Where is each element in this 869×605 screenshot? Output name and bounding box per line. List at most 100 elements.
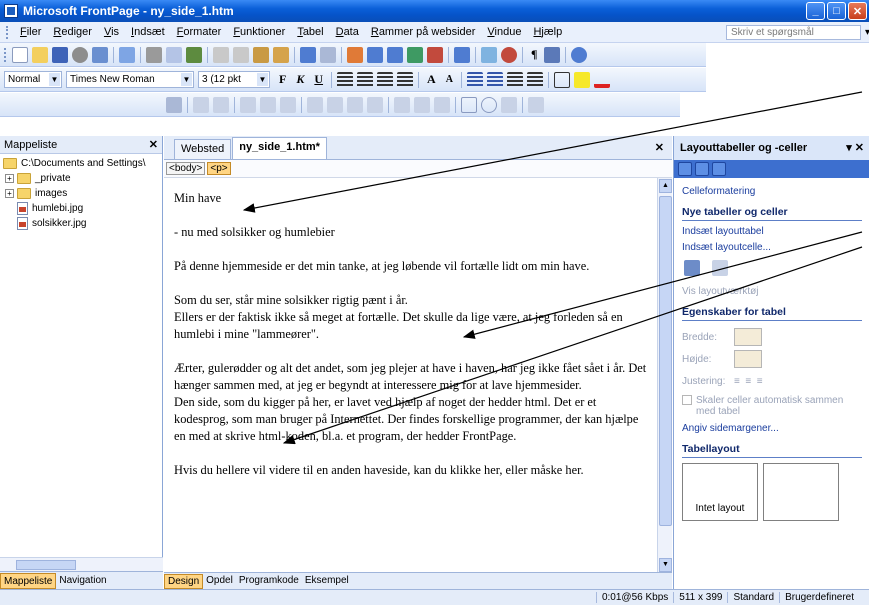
page-margins-link[interactable]: Angiv sidemargener... bbox=[682, 423, 862, 435]
underline-button[interactable]: U bbox=[314, 72, 323, 87]
text-icon[interactable] bbox=[193, 96, 209, 113]
pointer-icon[interactable] bbox=[528, 96, 544, 113]
layout-table-icon[interactable] bbox=[166, 96, 182, 113]
menu-rediger[interactable]: Rediger bbox=[47, 26, 98, 38]
menu-formater[interactable]: Formater bbox=[171, 26, 228, 38]
preview-icon[interactable] bbox=[166, 46, 182, 63]
publish-icon[interactable] bbox=[92, 46, 108, 63]
close-button[interactable]: ✕ bbox=[848, 2, 867, 20]
scroll-up-icon[interactable]: ▲ bbox=[659, 179, 672, 193]
font-size-select[interactable]: 3 (12 pkt ▼ bbox=[198, 71, 270, 88]
checkbox[interactable] bbox=[682, 395, 692, 405]
hotspot-circle-icon[interactable] bbox=[481, 96, 497, 113]
hyperlink-icon[interactable] bbox=[454, 46, 470, 63]
tree-item-images[interactable]: + images bbox=[3, 186, 162, 201]
scroll-thumb[interactable] bbox=[16, 560, 76, 570]
font-select[interactable]: Times New Roman ▼ bbox=[66, 71, 194, 88]
increase-indent-icon[interactable] bbox=[526, 71, 543, 88]
menu-funktioner[interactable]: Funktioner bbox=[227, 26, 291, 38]
print-icon[interactable] bbox=[146, 46, 162, 63]
scroll-thumb[interactable] bbox=[659, 196, 672, 526]
tab-eksempel[interactable]: Eksempel bbox=[302, 574, 352, 589]
format-painter-icon[interactable] bbox=[273, 46, 289, 63]
maximize-button[interactable]: □ bbox=[827, 2, 846, 20]
stop-icon[interactable] bbox=[501, 46, 517, 63]
tree-item-private[interactable]: + _private bbox=[3, 171, 162, 186]
scale-cells-option[interactable]: Skaler celler automatisk sammen med tabe… bbox=[682, 395, 862, 417]
tab-programkode[interactable]: Programkode bbox=[236, 574, 302, 589]
numbering-icon[interactable] bbox=[466, 71, 483, 88]
insert-layout-cell-link[interactable]: Indsæt layoutcelle... bbox=[682, 242, 862, 254]
expand-icon[interactable]: + bbox=[5, 174, 14, 183]
redo-icon[interactable] bbox=[320, 46, 336, 63]
menu-rammer[interactable]: Rammer på websider bbox=[365, 26, 482, 38]
align-buttons[interactable]: ≡ ≡ ≡ bbox=[734, 376, 763, 387]
help-search-input[interactable]: Skriv et spørgsmål bbox=[726, 25, 869, 40]
open-icon[interactable] bbox=[32, 46, 48, 63]
align-right-icon[interactable] bbox=[377, 71, 394, 88]
chevron-down-icon[interactable]: ▼ bbox=[181, 73, 192, 86]
spelling-icon[interactable] bbox=[186, 46, 202, 63]
insert-table-icon[interactable] bbox=[367, 46, 383, 63]
bring-forward-icon[interactable] bbox=[240, 96, 256, 113]
brightness-up-icon[interactable] bbox=[347, 96, 363, 113]
undo-icon[interactable] bbox=[300, 46, 316, 63]
layout-option-none[interactable]: Intet layout bbox=[682, 463, 758, 521]
tab-websted[interactable]: Websted bbox=[174, 139, 232, 159]
tab-navigation[interactable]: Navigation bbox=[56, 573, 109, 589]
close-icon[interactable]: ✕ bbox=[149, 138, 158, 151]
tag-body[interactable]: <body> bbox=[166, 162, 206, 175]
tag-p[interactable]: <p> bbox=[207, 162, 231, 175]
tab-mappeliste[interactable]: Mappeliste bbox=[0, 572, 57, 589]
align-left-icon[interactable] bbox=[337, 71, 354, 88]
layout-option[interactable] bbox=[763, 463, 839, 521]
menu-indsaet[interactable]: Indsæt bbox=[125, 26, 171, 38]
frontpage-app-icon[interactable] bbox=[4, 4, 18, 18]
width-input[interactable] bbox=[734, 328, 762, 346]
tree-item-solsikker[interactable]: solsikker.jpg bbox=[3, 216, 162, 231]
forward-icon[interactable] bbox=[695, 162, 709, 176]
insert-layer-icon[interactable] bbox=[387, 46, 403, 63]
rotate-icon[interactable] bbox=[280, 96, 296, 113]
color-icon[interactable] bbox=[434, 96, 450, 113]
align-center-icon[interactable] bbox=[357, 71, 374, 88]
hotspot-rect-icon[interactable] bbox=[461, 96, 477, 113]
menu-vindue[interactable]: Vindue bbox=[481, 26, 527, 38]
help-icon[interactable] bbox=[571, 46, 588, 63]
line-style-icon[interactable] bbox=[414, 96, 430, 113]
chevron-down-icon[interactable]: ▼ bbox=[49, 73, 60, 86]
drawing-icon[interactable] bbox=[427, 46, 443, 63]
show-all-icon[interactable]: ¶ bbox=[531, 47, 537, 62]
new-page-icon[interactable] bbox=[12, 46, 28, 63]
save-icon[interactable] bbox=[52, 46, 68, 63]
search-icon[interactable] bbox=[72, 46, 88, 63]
borders-icon[interactable] bbox=[553, 71, 570, 88]
menu-vis[interactable]: Vis bbox=[98, 26, 125, 38]
tab-design[interactable]: Design bbox=[164, 573, 204, 589]
font-color-icon[interactable] bbox=[593, 72, 610, 88]
decrease-indent-icon[interactable] bbox=[506, 71, 523, 88]
copy-icon[interactable] bbox=[233, 46, 249, 63]
style-select[interactable]: Normal ▼ bbox=[4, 71, 62, 88]
anchor-icon[interactable] bbox=[544, 46, 561, 63]
expand-icon[interactable]: + bbox=[5, 189, 14, 198]
horizontal-scrollbar[interactable] bbox=[0, 557, 163, 571]
chevron-down-icon[interactable]: ▼ bbox=[257, 73, 268, 86]
scroll-down-icon[interactable]: ▼ bbox=[659, 558, 672, 572]
draw-table-icon[interactable] bbox=[684, 260, 700, 276]
height-input[interactable] bbox=[734, 350, 762, 368]
cell-format-link[interactable]: Celleformatering bbox=[682, 186, 862, 198]
page-content[interactable]: Min have - nu med solsikker og humlebier… bbox=[164, 178, 657, 573]
tree-item-humlebi[interactable]: humlebi.jpg bbox=[3, 201, 162, 216]
insert-layout-table-link[interactable]: Indsæt layouttabel bbox=[682, 226, 862, 238]
highlight-icon[interactable] bbox=[573, 71, 590, 88]
back-icon[interactable] bbox=[678, 162, 692, 176]
insert-picture-icon[interactable] bbox=[407, 46, 423, 63]
bold-button[interactable]: F bbox=[279, 72, 286, 87]
web-component-icon[interactable] bbox=[347, 46, 363, 63]
italic-button[interactable]: K bbox=[296, 72, 304, 87]
task-pane-controls[interactable]: ▾ ✕ bbox=[846, 141, 864, 154]
menu-data[interactable]: Data bbox=[330, 26, 365, 38]
draw-cell-icon[interactable] bbox=[712, 260, 728, 276]
contrast-down-icon[interactable] bbox=[327, 96, 343, 113]
